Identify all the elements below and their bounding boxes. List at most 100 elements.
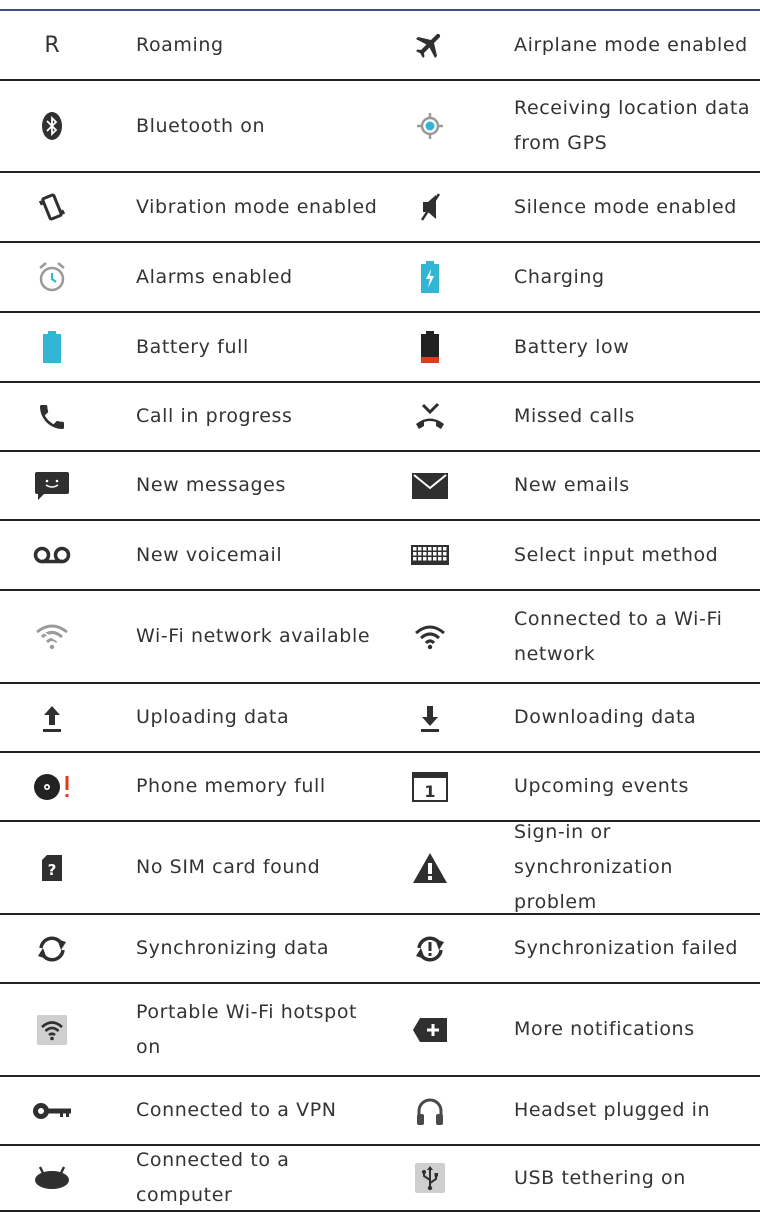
keyboard-icon (400, 521, 460, 589)
status-description: Upcoming events (514, 753, 758, 820)
status-description: Alarms enabled (136, 243, 386, 311)
status-description: Receiving location data from GPS (514, 81, 758, 171)
status-label: Battery low (514, 335, 630, 358)
table-row: ? No SIM card found Sign-in or synchroniza… (0, 821, 760, 915)
status-label: New voicemail (136, 543, 283, 566)
sync-failed-icon (400, 915, 460, 982)
table-row: R Roaming Airplane mode enabled (0, 11, 760, 81)
status-label: Uploading data (136, 706, 290, 728)
status-description: Phone memory full (136, 753, 386, 820)
status-label: Portable Wi-Fi hotspot on (136, 1000, 358, 1058)
battery-low-icon (400, 313, 460, 381)
memory-full-icon (22, 753, 82, 820)
status-label: No SIM card found (136, 856, 321, 878)
status-label: Missed calls (514, 405, 636, 427)
status-description: Bluetooth on (136, 81, 386, 171)
status-description: Portable Wi-Fi hotspot on (136, 984, 386, 1075)
table-row: Portable Wi-Fi hotspot on More notificati… (0, 984, 760, 1077)
bluetooth-icon (22, 81, 82, 171)
status-label: Airplane mode enabled (514, 33, 748, 56)
status-label: Wi-Fi network available (136, 625, 371, 647)
status-label: Synchronization failed (514, 937, 739, 959)
status-label: Receiving location data from GPS (514, 97, 751, 154)
table-row: Connected to a computer USB tethering on (0, 1146, 760, 1212)
status-label: USB tethering on (514, 1166, 686, 1189)
sync-icon (22, 915, 82, 982)
status-description: Call in progress (136, 383, 386, 450)
status-label: Upcoming events (514, 775, 689, 797)
table-row: New voicemail Select input method (0, 521, 760, 591)
status-label: New messages (136, 474, 286, 496)
status-description: Connected to a Wi-Fi network (514, 591, 758, 682)
status-label: Sign-in or synchronization problem (514, 821, 674, 913)
status-description: Synchronization failed (514, 915, 758, 982)
status-label: Battery full (136, 335, 249, 358)
headset-icon (400, 1077, 460, 1144)
status-label: Vibration mode enabled (136, 195, 378, 218)
status-label: Synchronizing data (136, 937, 330, 959)
status-description: Synchronizing data (136, 915, 386, 982)
status-label: Call in progress (136, 405, 293, 427)
no-sim-icon: ? (22, 822, 82, 913)
status-label: Bluetooth on (136, 114, 266, 137)
status-label: Charging (514, 265, 605, 288)
status-description: Sign-in or synchronization problem (514, 821, 758, 913)
status-description: More notifications (514, 984, 758, 1075)
roaming-icon: R (44, 32, 60, 58)
table-row: Bluetooth on Receiving location data from… (0, 81, 760, 173)
calendar-icon: 1 (400, 753, 460, 820)
download-icon (400, 684, 460, 751)
table-row: New messages New emails (0, 452, 760, 521)
gps-icon (400, 81, 460, 171)
status-description: Connected to a computer (136, 1146, 386, 1210)
wifi-connected-icon (400, 591, 460, 682)
missed-call-icon (400, 383, 460, 450)
email-icon (400, 452, 460, 519)
status-description: Battery full (136, 313, 386, 381)
status-description: Downloading data (514, 684, 758, 751)
more-notifications-icon (400, 984, 460, 1075)
status-description: Connected to a VPN (136, 1077, 386, 1144)
table-row: Call in progress Missed calls (0, 383, 760, 452)
table-row: Synchronizing data Synchronization failed (0, 915, 760, 984)
status-description: Roaming (136, 11, 386, 79)
status-description: No SIM card found (136, 822, 386, 913)
status-description: Wi-Fi network available (136, 591, 386, 682)
status-label: More notifications (514, 1018, 695, 1040)
status-label: Alarms enabled (136, 265, 293, 288)
table-row: Alarms enabled Charging (0, 243, 760, 313)
message-icon (22, 452, 82, 519)
status-description: Select input method (514, 521, 758, 589)
table-row: Wi-Fi network available Connected to a Wi… (0, 591, 760, 684)
battery-full-icon (22, 313, 82, 381)
warning-icon (400, 822, 460, 913)
status-label: Headset plugged in (514, 1099, 711, 1121)
table-row: Uploading data Downloading data (0, 684, 760, 753)
svg-text:1: 1 (424, 782, 435, 801)
usb-icon (400, 1146, 460, 1210)
status-description: Vibration mode enabled (136, 173, 386, 241)
hotspot-icon (22, 984, 82, 1075)
table-row: Phone memory full 1 Upcoming events (0, 753, 760, 822)
computer-connection-icon (22, 1146, 82, 1210)
status-description: Charging (514, 243, 758, 311)
status-description: Uploading data (136, 684, 386, 751)
status-label: Roaming (136, 33, 224, 56)
table-row: Vibration mode enabled Silence mode enabl… (0, 173, 760, 243)
voicemail-icon (22, 521, 82, 589)
table-row: Battery full Battery low (0, 313, 760, 383)
call-icon (22, 383, 82, 450)
airplane-icon (400, 11, 460, 79)
table-row: Connected to a VPN Headset plugged in (0, 1077, 760, 1146)
status-label: Connected to a Wi-Fi network (514, 607, 723, 665)
charging-icon (400, 243, 460, 311)
status-icon-table: R Roaming Airplane mode enabled Bluetooth o… (0, 11, 760, 1212)
status-description: Headset plugged in (514, 1077, 758, 1144)
status-description: New voicemail (136, 521, 386, 589)
status-label: Downloading data (514, 706, 697, 728)
vibration-icon (22, 173, 82, 241)
status-description: Missed calls (514, 383, 758, 450)
status-label: Connected to a computer (136, 1149, 290, 1206)
status-label: Silence mode enabled (514, 195, 737, 218)
silence-icon (400, 173, 460, 241)
